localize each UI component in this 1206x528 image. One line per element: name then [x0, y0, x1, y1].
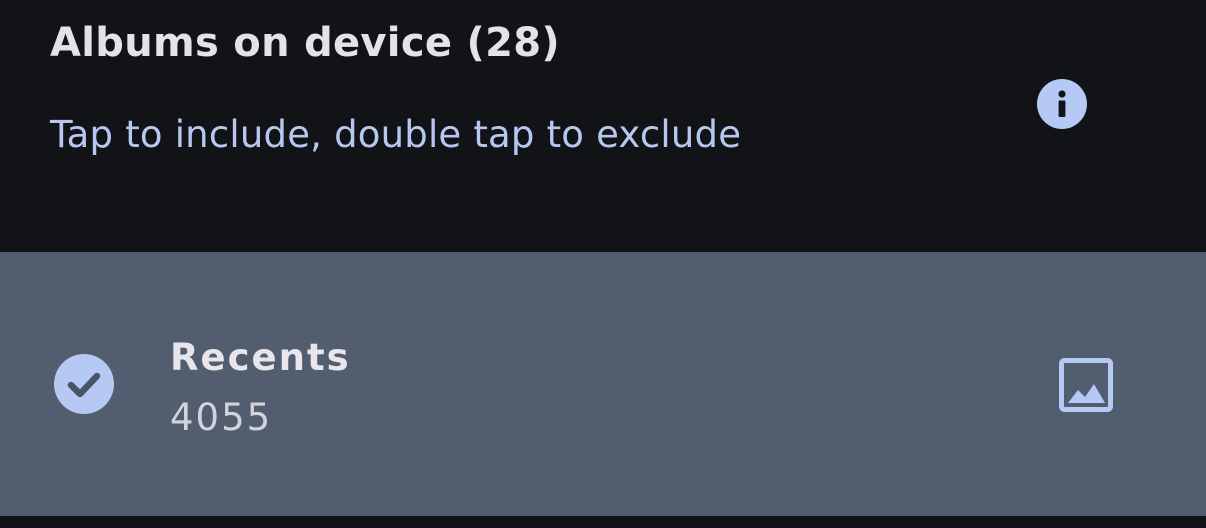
- album-name: Recents: [170, 336, 351, 379]
- info-button[interactable]: [1037, 79, 1087, 129]
- bottom-divider: [0, 516, 1206, 528]
- check-icon: [67, 372, 101, 398]
- info-icon: [1058, 90, 1066, 117]
- album-count: 4055: [170, 396, 273, 439]
- albums-header: Albums on device (28) Tap to include, do…: [0, 0, 1206, 252]
- album-row-recents[interactable]: Recents 4055: [0, 252, 1206, 516]
- instruction-text: Tap to include, double tap to exclude: [50, 113, 742, 156]
- image-icon: [1059, 358, 1113, 412]
- page-title: Albums on device (28): [50, 20, 560, 66]
- albums-screen: Albums on device (28) Tap to include, do…: [0, 0, 1206, 528]
- selected-check-button[interactable]: [54, 354, 114, 414]
